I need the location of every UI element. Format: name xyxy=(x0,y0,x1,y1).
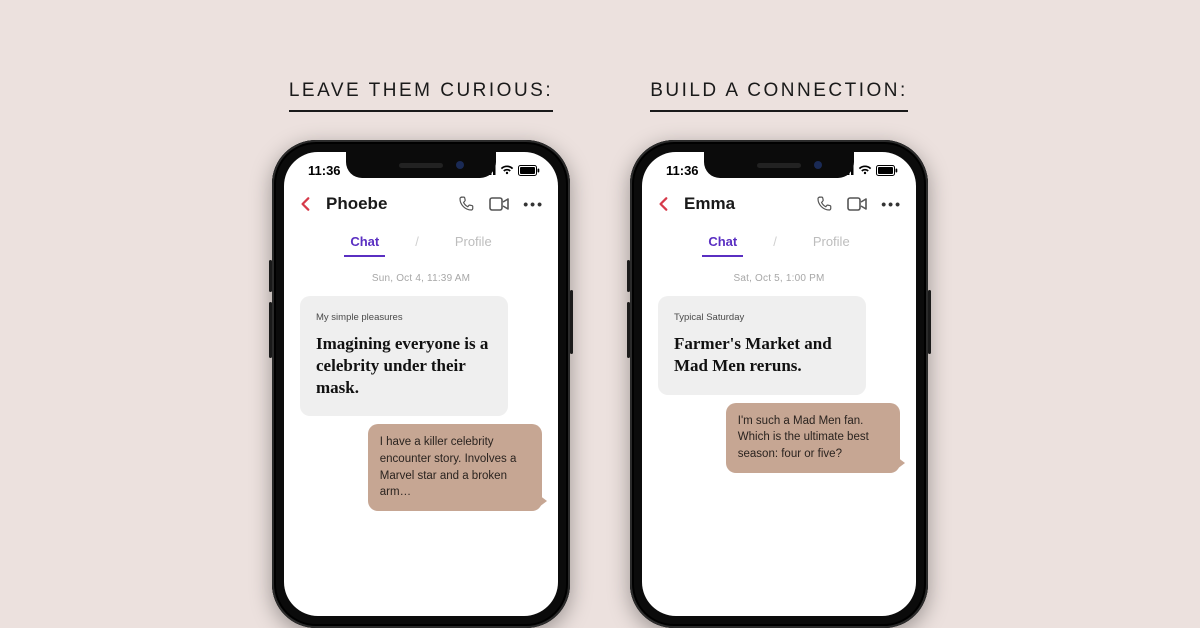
back-icon[interactable] xyxy=(298,196,314,212)
contact-name: Phoebe xyxy=(326,194,447,214)
phone-notch xyxy=(704,152,854,178)
more-icon[interactable]: ••• xyxy=(881,196,902,212)
power-button xyxy=(570,290,573,354)
heading-right: BUILD A CONNECTION: xyxy=(650,80,908,112)
tab-separator: / xyxy=(415,234,419,249)
front-camera xyxy=(814,161,822,169)
tab-chat[interactable]: Chat xyxy=(348,228,381,255)
chat-body: Sun, Oct 4, 11:39 AM My simple pleasures… xyxy=(284,255,558,511)
tab-separator: / xyxy=(773,234,777,249)
phone-notch xyxy=(346,152,496,178)
phone-screen: 11:36 Phoebe ••• xyxy=(284,152,558,616)
chat-timestamp: Sat, Oct 5, 1:00 PM xyxy=(658,273,900,284)
battery-icon xyxy=(518,165,540,176)
prompt-card: My simple pleasures Imagining everyone i… xyxy=(300,296,508,416)
phone-call-icon[interactable] xyxy=(815,195,833,213)
column-left: LEAVE THEM CURIOUS: 11:36 xyxy=(272,80,570,628)
chat-timestamp: Sun, Oct 4, 11:39 AM xyxy=(300,273,542,284)
chat-header: Emma ••• xyxy=(642,188,916,224)
phone-device: 11:36 Phoebe ••• xyxy=(272,140,570,628)
tab-bar: Chat / Profile xyxy=(642,224,916,255)
speaker-grill xyxy=(399,163,443,168)
column-right: BUILD A CONNECTION: 11:36 xyxy=(630,80,928,628)
prompt-label: My simple pleasures xyxy=(316,312,492,323)
header-actions: ••• xyxy=(457,195,544,213)
tab-bar: Chat / Profile xyxy=(284,224,558,255)
tab-profile[interactable]: Profile xyxy=(811,228,852,255)
phone-device: 11:36 Emma ••• xyxy=(630,140,928,628)
stage: LEAVE THEM CURIOUS: 11:36 xyxy=(0,0,1200,628)
header-actions: ••• xyxy=(815,195,902,213)
more-icon[interactable]: ••• xyxy=(523,196,544,212)
battery-icon xyxy=(876,165,898,176)
prompt-label: Typical Saturday xyxy=(674,312,850,323)
prompt-text: Imagining everyone is a celebrity under … xyxy=(316,333,492,398)
contact-name: Emma xyxy=(684,194,805,214)
reply-row: I have a killer celebrity encounter stor… xyxy=(300,424,542,511)
outgoing-message: I'm such a Mad Men fan. Which is the ult… xyxy=(726,403,900,473)
back-icon[interactable] xyxy=(656,196,672,212)
speaker-grill xyxy=(757,163,801,168)
prompt-card: Typical Saturday Farmer's Market and Mad… xyxy=(658,296,866,395)
prompt-text: Farmer's Market and Mad Men reruns. xyxy=(674,333,850,377)
chat-body: Sat, Oct 5, 1:00 PM Typical Saturday Far… xyxy=(642,255,916,473)
outgoing-message: I have a killer celebrity encounter stor… xyxy=(368,424,542,511)
wifi-icon xyxy=(500,165,514,175)
phone-call-icon[interactable] xyxy=(457,195,475,213)
statusbar-time: 11:36 xyxy=(666,163,699,178)
video-call-icon[interactable] xyxy=(847,197,867,211)
tab-chat[interactable]: Chat xyxy=(706,228,739,255)
tab-profile[interactable]: Profile xyxy=(453,228,494,255)
heading-left: LEAVE THEM CURIOUS: xyxy=(289,80,553,112)
front-camera xyxy=(456,161,464,169)
reply-row: I'm such a Mad Men fan. Which is the ult… xyxy=(658,403,900,473)
power-button xyxy=(928,290,931,354)
video-call-icon[interactable] xyxy=(489,197,509,211)
statusbar-time: 11:36 xyxy=(308,163,341,178)
phone-screen: 11:36 Emma ••• xyxy=(642,152,916,616)
chat-header: Phoebe ••• xyxy=(284,188,558,224)
wifi-icon xyxy=(858,165,872,175)
